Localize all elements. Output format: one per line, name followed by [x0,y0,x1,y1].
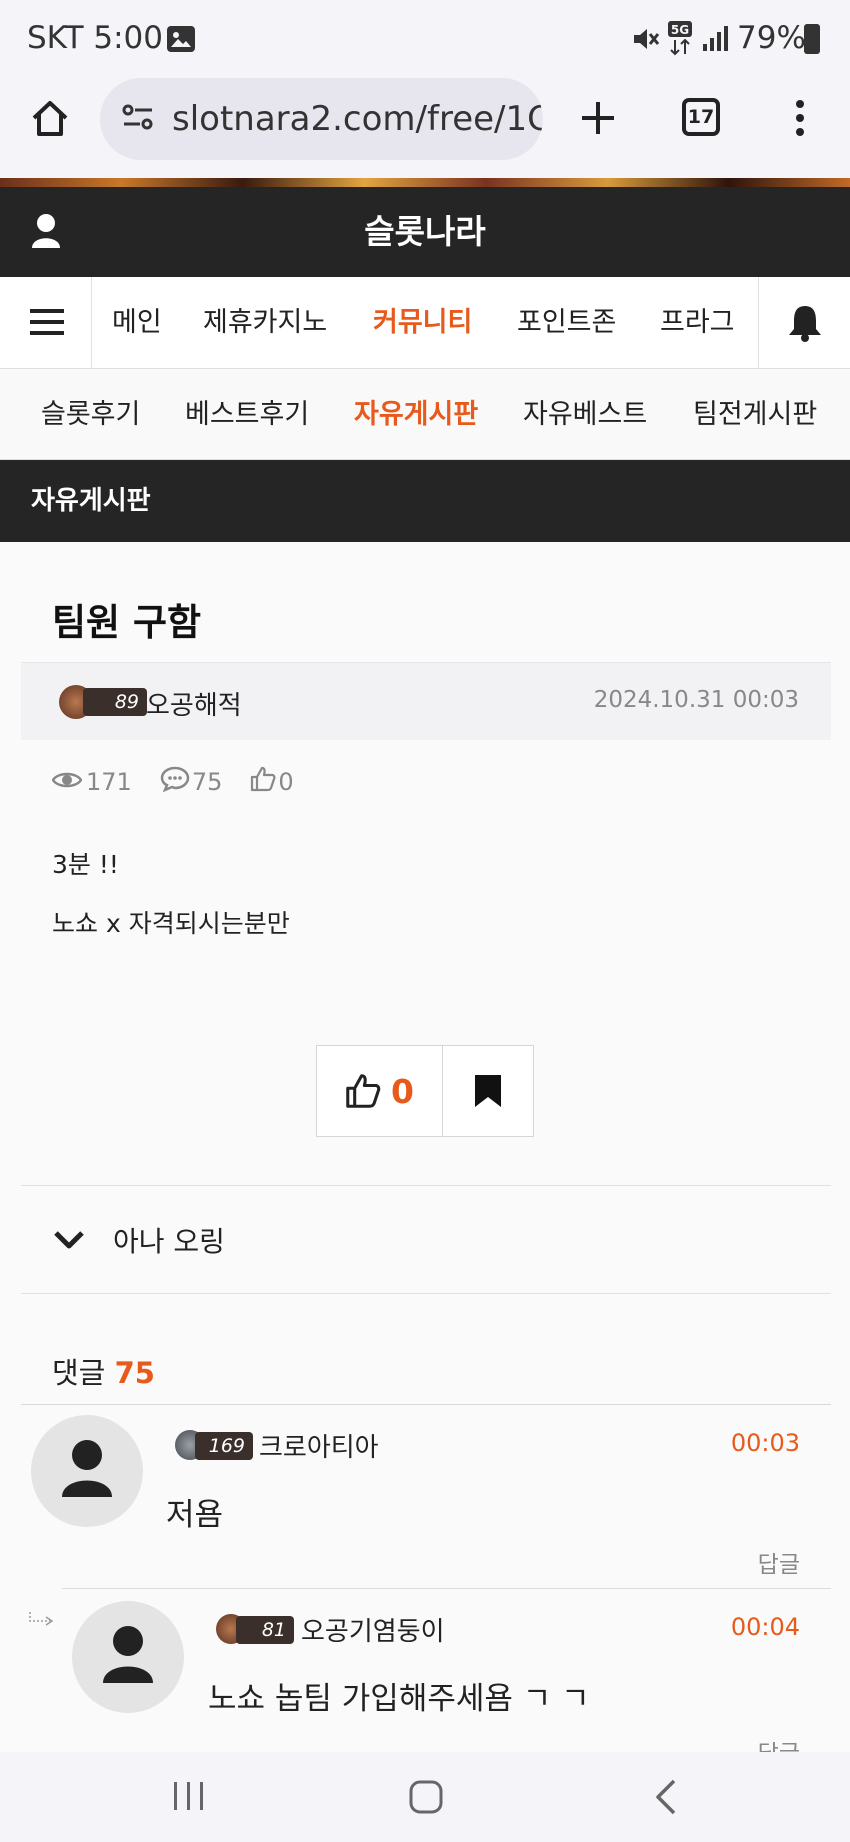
site-logo-title[interactable]: 슬롯나라 [0,187,850,277]
reply-button[interactable]: 답글 [758,1734,800,1754]
comment-time: 00:04 [730,1613,800,1641]
new-tab-icon[interactable] [578,98,618,142]
thumbs-up-icon [250,766,276,798]
address-bar[interactable]: slotnara2.com/free/1C [100,78,543,160]
back-icon[interactable] [654,1778,678,1820]
comment-icon [160,766,190,798]
nav-item-prag[interactable]: 프라그 [660,277,735,369]
battery-level: 79% [737,20,806,56]
nav-divider [91,277,92,369]
post-body-line: 노쇼 x 자격되시는분만 [52,909,290,938]
post-view: 팀원 구함 89 오공해적 2024.10.31 00:03 171 75 0 … [0,542,850,1754]
more-menu-icon[interactable] [795,98,805,142]
tab-count: 17 [687,106,715,128]
nav-divider [758,277,759,369]
post-meta-bar: 89 오공해적 2024.10.31 00:03 [21,662,831,740]
site-settings-icon[interactable] [122,103,154,135]
avatar[interactable] [72,1601,184,1713]
avatar[interactable] [31,1415,143,1527]
signal-icon [702,24,728,60]
home-icon[interactable] [28,96,72,144]
tab-switcher-button[interactable]: 17 [682,98,720,136]
user-silhouette-icon [103,1626,153,1683]
recent-apps-icon[interactable] [172,1780,206,1816]
post-title: 팀원 구함 [52,601,202,644]
url-text: slotnara2.com/free/1C [172,99,543,139]
comment-text: 노쇼 놉팀 가입해주세욤 ㄱ ㄱ [208,1681,590,1717]
post-body-line: 3분 !! [52,850,119,879]
comments-header: 댓글 75 [52,1350,155,1392]
mute-icon [630,24,660,62]
comments-label: 댓글 [52,1356,106,1390]
gallery-icon [167,26,195,52]
comments-count: 75 [114,1356,155,1390]
like-button-count: 0 [391,1071,414,1111]
next-post-title: 아나 오링 [113,1224,225,1258]
comment-count: 75 [191,768,223,796]
subnav-item-best-review[interactable]: 베스트후기 [185,370,309,460]
commenter-name[interactable]: 크로아티아 [259,1427,379,1464]
post-stats: 171 75 0 [51,762,294,802]
nav-item-main[interactable]: 메인 [112,277,162,369]
subnav-item-free-board[interactable]: 자유게시판 [354,370,478,460]
subnav-item-team-board[interactable]: 팀전게시판 [693,370,817,460]
sub-navigation: 슬롯후기 베스트후기 자유게시판 자유베스트 팀전게시판 [0,370,850,460]
comment-text: 저욤 [166,1497,224,1533]
chevron-down-icon [54,1230,84,1248]
comment-time: 00:03 [730,1429,800,1457]
comment-item: 169 크로아티아 00:03 저욤 답글 [0,1405,850,1590]
author-level-badge: 89 [83,688,147,716]
nav-item-point-zone[interactable]: 포인트존 [517,277,616,369]
home-button-icon[interactable] [409,1780,443,1818]
next-post-link[interactable]: 아나 오링 [21,1186,831,1293]
divider [21,1293,831,1294]
top-banner-strip [0,178,850,187]
subnav-item-free-best[interactable]: 자유베스트 [523,370,647,460]
commenter-name[interactable]: 오공기염둥이 [301,1611,445,1648]
commenter-level-badge: 81 [236,1616,294,1644]
notification-bell-icon[interactable] [787,303,823,347]
author-name[interactable]: 오공해적 [146,685,242,722]
bookmark-icon [475,1075,501,1107]
status-bar: SKT 5:00 5G 79% [0,0,850,78]
bookmark-button[interactable] [443,1046,533,1136]
commenter-level-badge: 169 [195,1432,253,1460]
nav-item-partner-casino[interactable]: 제휴카지노 [203,277,327,369]
5g-icon: 5G [667,20,695,64]
post-date: 2024.10.31 00:03 [593,687,799,713]
post-action-box: 0 [316,1045,534,1137]
eye-icon [51,768,83,796]
nav-item-community[interactable]: 커뮤니티 [373,277,472,369]
like-button[interactable]: 0 [317,1046,443,1136]
battery-icon [804,24,820,54]
reply-button[interactable]: 답글 [758,1545,800,1579]
board-title: 자유게시판 [0,460,850,542]
hamburger-menu-icon[interactable] [30,307,64,341]
view-count: 171 [86,768,132,796]
like-count: 0 [278,768,294,796]
browser-toolbar: slotnara2.com/free/1C 17 [0,78,850,178]
thumbs-up-icon [346,1074,381,1108]
reply-arrow-icon [29,1612,54,1626]
carrier-time: SKT 5:00 [27,20,164,56]
system-navigation-bar [0,1752,850,1842]
comment-item: 81 오공기염둥이 00:04 노쇼 놉팀 가입해주세욤 ㄱ ㄱ 답글 [0,1589,850,1754]
user-silhouette-icon [62,1440,112,1497]
main-navigation: 메인 제휴카지노 커뮤니티 포인트존 프라그 [0,277,850,369]
subnav-item-slot-review[interactable]: 슬롯후기 [41,370,140,460]
svg-text:5G: 5G [671,23,689,37]
site-header: 슬롯나라 [0,187,850,277]
